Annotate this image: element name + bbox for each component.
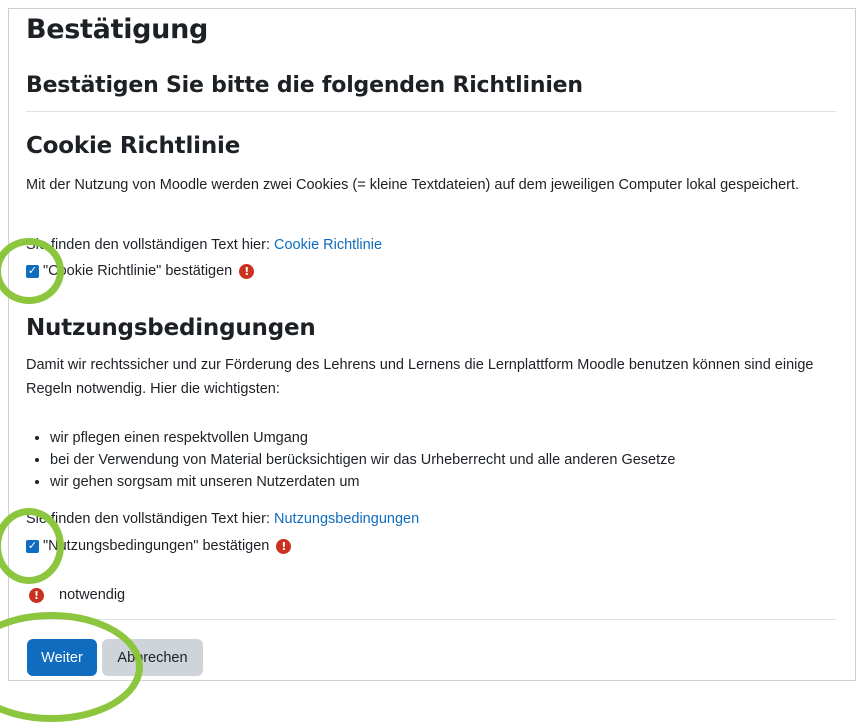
page-bottom-border <box>8 680 856 681</box>
required-icon: ! <box>276 538 292 554</box>
policy-acceptance-form: Bestätigung Bestätigen Sie bitte die fol… <box>8 8 856 680</box>
policy-text-terms: Damit wir rechtssicher und zur Förderung… <box>26 357 814 397</box>
required-icon: ! <box>239 263 255 279</box>
policy-title-cookie: Cookie Richtlinie <box>26 133 241 159</box>
policy-link-line-cookie: Sie finden den vollständigen Text hier: … <box>26 237 382 253</box>
page-title: Bestätigung <box>26 14 209 45</box>
list-item: wir gehen sorgsam mit unseren Nutzerdate… <box>50 471 675 493</box>
policy-text-cookie: Mit der Nutzung von Moodle werden zwei C… <box>26 177 800 193</box>
cookie-policy-accept-row[interactable]: ✓ "Cookie Richtlinie" bestätigen ! <box>26 263 255 279</box>
terms-accept-row[interactable]: ✓ "Nutzungsbedingungen" bestätigen ! <box>26 538 292 554</box>
required-icon: ! <box>29 587 44 603</box>
link-prefix: Sie finden den vollständigen Text hier: <box>26 511 275 527</box>
rules-list: wir pflegen einen respektvollen Umgang b… <box>26 427 675 493</box>
terms-checkbox-label[interactable]: "Nutzungsbedingungen" bestätigen <box>43 538 269 554</box>
cookie-policy-checkbox[interactable]: ✓ <box>26 264 39 278</box>
list-item: wir pflegen einen respektvollen Umgang <box>50 427 675 449</box>
required-note: ! notwendig <box>26 587 125 603</box>
page-subtitle: Bestätigen Sie bitte die folgenden Richt… <box>26 73 583 98</box>
policy-link-line-terms: Sie finden den vollständigen Text hier: … <box>26 511 419 527</box>
list-item: bei der Verwendung von Material berücksi… <box>50 449 675 471</box>
link-prefix: Sie finden den vollständigen Text hier: <box>26 237 275 253</box>
cancel-button[interactable]: Abbrechen <box>102 639 203 676</box>
required-note-text: notwendig <box>59 587 126 603</box>
divider <box>26 111 836 112</box>
cookie-policy-link[interactable]: Cookie Richtlinie <box>274 237 382 253</box>
cookie-policy-checkbox-label[interactable]: "Cookie Richtlinie" bestätigen <box>43 263 232 279</box>
divider <box>26 619 836 620</box>
terms-checkbox[interactable]: ✓ <box>26 539 39 553</box>
submit-button[interactable]: Weiter <box>27 639 97 676</box>
terms-link[interactable]: Nutzungsbedingungen <box>274 511 419 527</box>
policy-title-terms: Nutzungsbedingungen <box>26 315 316 341</box>
